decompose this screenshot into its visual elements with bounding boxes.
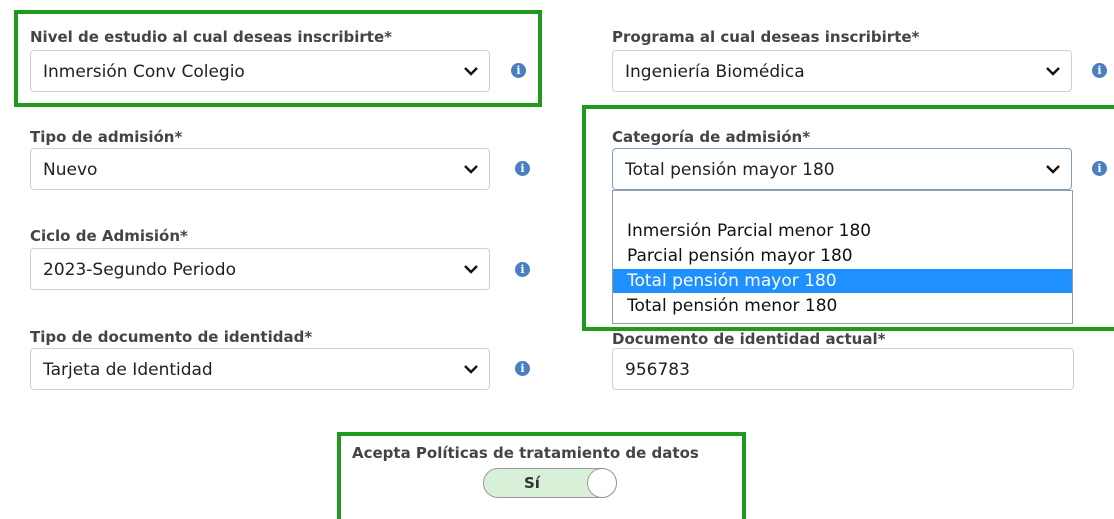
categoria-label: Categoría de admisión* <box>612 128 811 146</box>
categoria-option[interactable]: Total pensión menor 180 <box>613 294 1072 318</box>
programa-info-icon[interactable]: i <box>1092 63 1107 78</box>
tipo-documento-select[interactable]: Tarjeta de Identidad <box>30 348 490 390</box>
chevron-down-icon <box>1046 67 1060 76</box>
tipo-admision-value: Nuevo <box>43 160 98 180</box>
tipo-admision-label: Tipo de admisión* <box>30 128 183 146</box>
categoria-select[interactable]: Total pensión mayor 180 <box>612 148 1072 190</box>
documento-input[interactable]: 956783 <box>612 348 1074 390</box>
programa-value: Ingeniería Biomédica <box>625 62 805 82</box>
categoria-info-icon[interactable]: i <box>1092 161 1107 176</box>
nivel-value: Inmersión Conv Colegio <box>43 62 245 82</box>
categoria-option-selected[interactable]: Total pensión mayor 180 <box>613 269 1072 293</box>
ciclo-info-icon[interactable]: i <box>515 262 530 277</box>
categoria-option[interactable]: Parcial pensión mayor 180 <box>613 244 1072 268</box>
categoria-dropdown-list: Inmersión Parcial menor 180 Parcial pens… <box>612 190 1073 324</box>
tipo-documento-info-icon[interactable]: i <box>515 361 530 376</box>
tipo-admision-select[interactable]: Nuevo <box>30 148 490 190</box>
programa-label: Programa al cual deseas inscribirte* <box>612 28 920 46</box>
tipo-admision-info-icon[interactable]: i <box>515 161 530 176</box>
consent-toggle[interactable]: Sí <box>483 468 617 498</box>
nivel-info-icon[interactable]: i <box>511 63 526 78</box>
nivel-label: Nivel de estudio al cual deseas inscribi… <box>30 28 392 46</box>
ciclo-select[interactable]: 2023-Segundo Periodo <box>30 248 490 290</box>
tipo-documento-value: Tarjeta de Identidad <box>43 360 213 380</box>
categoria-value: Total pensión mayor 180 <box>625 160 835 180</box>
nivel-select[interactable]: Inmersión Conv Colegio <box>30 50 490 92</box>
programa-select[interactable]: Ingeniería Biomédica <box>612 50 1072 92</box>
chevron-down-icon <box>464 67 478 76</box>
toggle-knob <box>587 468 617 498</box>
chevron-down-icon <box>464 165 478 174</box>
documento-value: 956783 <box>625 360 690 380</box>
tipo-documento-label: Tipo de documento de identidad* <box>30 328 313 346</box>
ciclo-label: Ciclo de Admisión* <box>30 227 188 245</box>
ciclo-value: 2023-Segundo Periodo <box>43 260 236 280</box>
chevron-down-icon <box>464 365 478 374</box>
chevron-down-icon <box>464 265 478 274</box>
documento-label: Documento de identidad actual* <box>612 330 886 348</box>
consent-label: Acepta Políticas de tratamiento de datos <box>352 444 699 462</box>
categoria-option[interactable]: Inmersión Parcial menor 180 <box>613 219 1072 243</box>
consent-toggle-text: Sí <box>524 474 540 492</box>
chevron-down-icon <box>1046 165 1060 174</box>
